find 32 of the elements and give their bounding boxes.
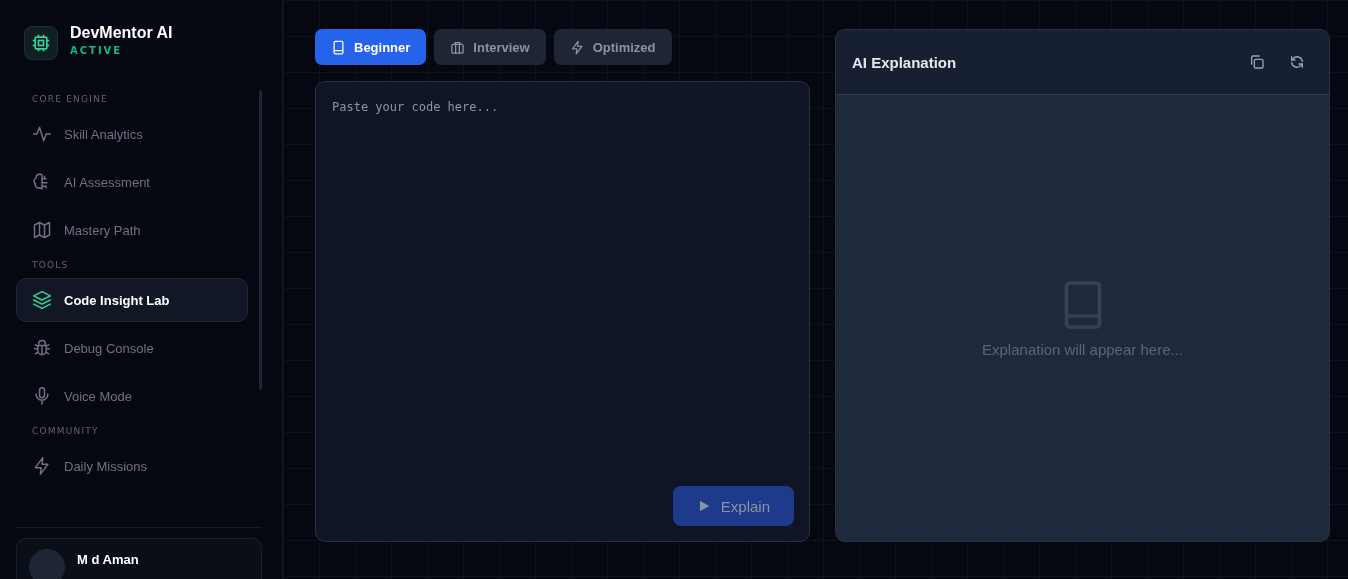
bug-icon (32, 338, 52, 358)
section-heading: COMMUNITY (31, 426, 100, 436)
avatar (29, 549, 65, 579)
sidebar-item[interactable]: Daily Missions (16, 444, 248, 488)
user-name: M d Aman (77, 551, 139, 567)
empty-message: Explanation will appear here... (982, 340, 1183, 358)
sidebar-item[interactable]: AI Assessment (16, 160, 248, 204)
sidebar-item[interactable]: Voice Mode (16, 374, 248, 418)
sidebar-item[interactable]: Skill Analytics (16, 112, 248, 156)
mode-tab[interactable]: Optimized (553, 29, 672, 65)
sidebar-item[interactable]: Mastery Path (16, 208, 248, 252)
panel-title: AI Explanation (852, 53, 957, 71)
chip-icon (24, 26, 58, 60)
sidebar-item[interactable]: Code Insight Lab (16, 278, 248, 322)
mode-tab[interactable]: Beginner (315, 29, 427, 65)
app-title: DevMentor AI (70, 24, 173, 42)
mode-tab[interactable]: Interview (434, 29, 546, 65)
section-heading: CORE ENGINE (31, 94, 109, 104)
map-icon (32, 220, 52, 240)
activity-icon (32, 124, 52, 144)
user-card[interactable]: M d Aman (16, 538, 262, 579)
lightning-icon (569, 39, 585, 55)
status-label: ACTIVE (70, 45, 124, 56)
refresh-icon[interactable] (1289, 54, 1305, 70)
mic-icon (32, 386, 52, 406)
copy-icon[interactable] (1249, 54, 1265, 70)
briefcase-icon (450, 39, 466, 55)
book-icon (331, 39, 346, 55)
section-heading: TOOLS (31, 260, 70, 270)
bolt-icon (32, 456, 52, 476)
layers-icon (32, 290, 52, 310)
sidebar-item[interactable]: Debug Console (16, 326, 248, 370)
